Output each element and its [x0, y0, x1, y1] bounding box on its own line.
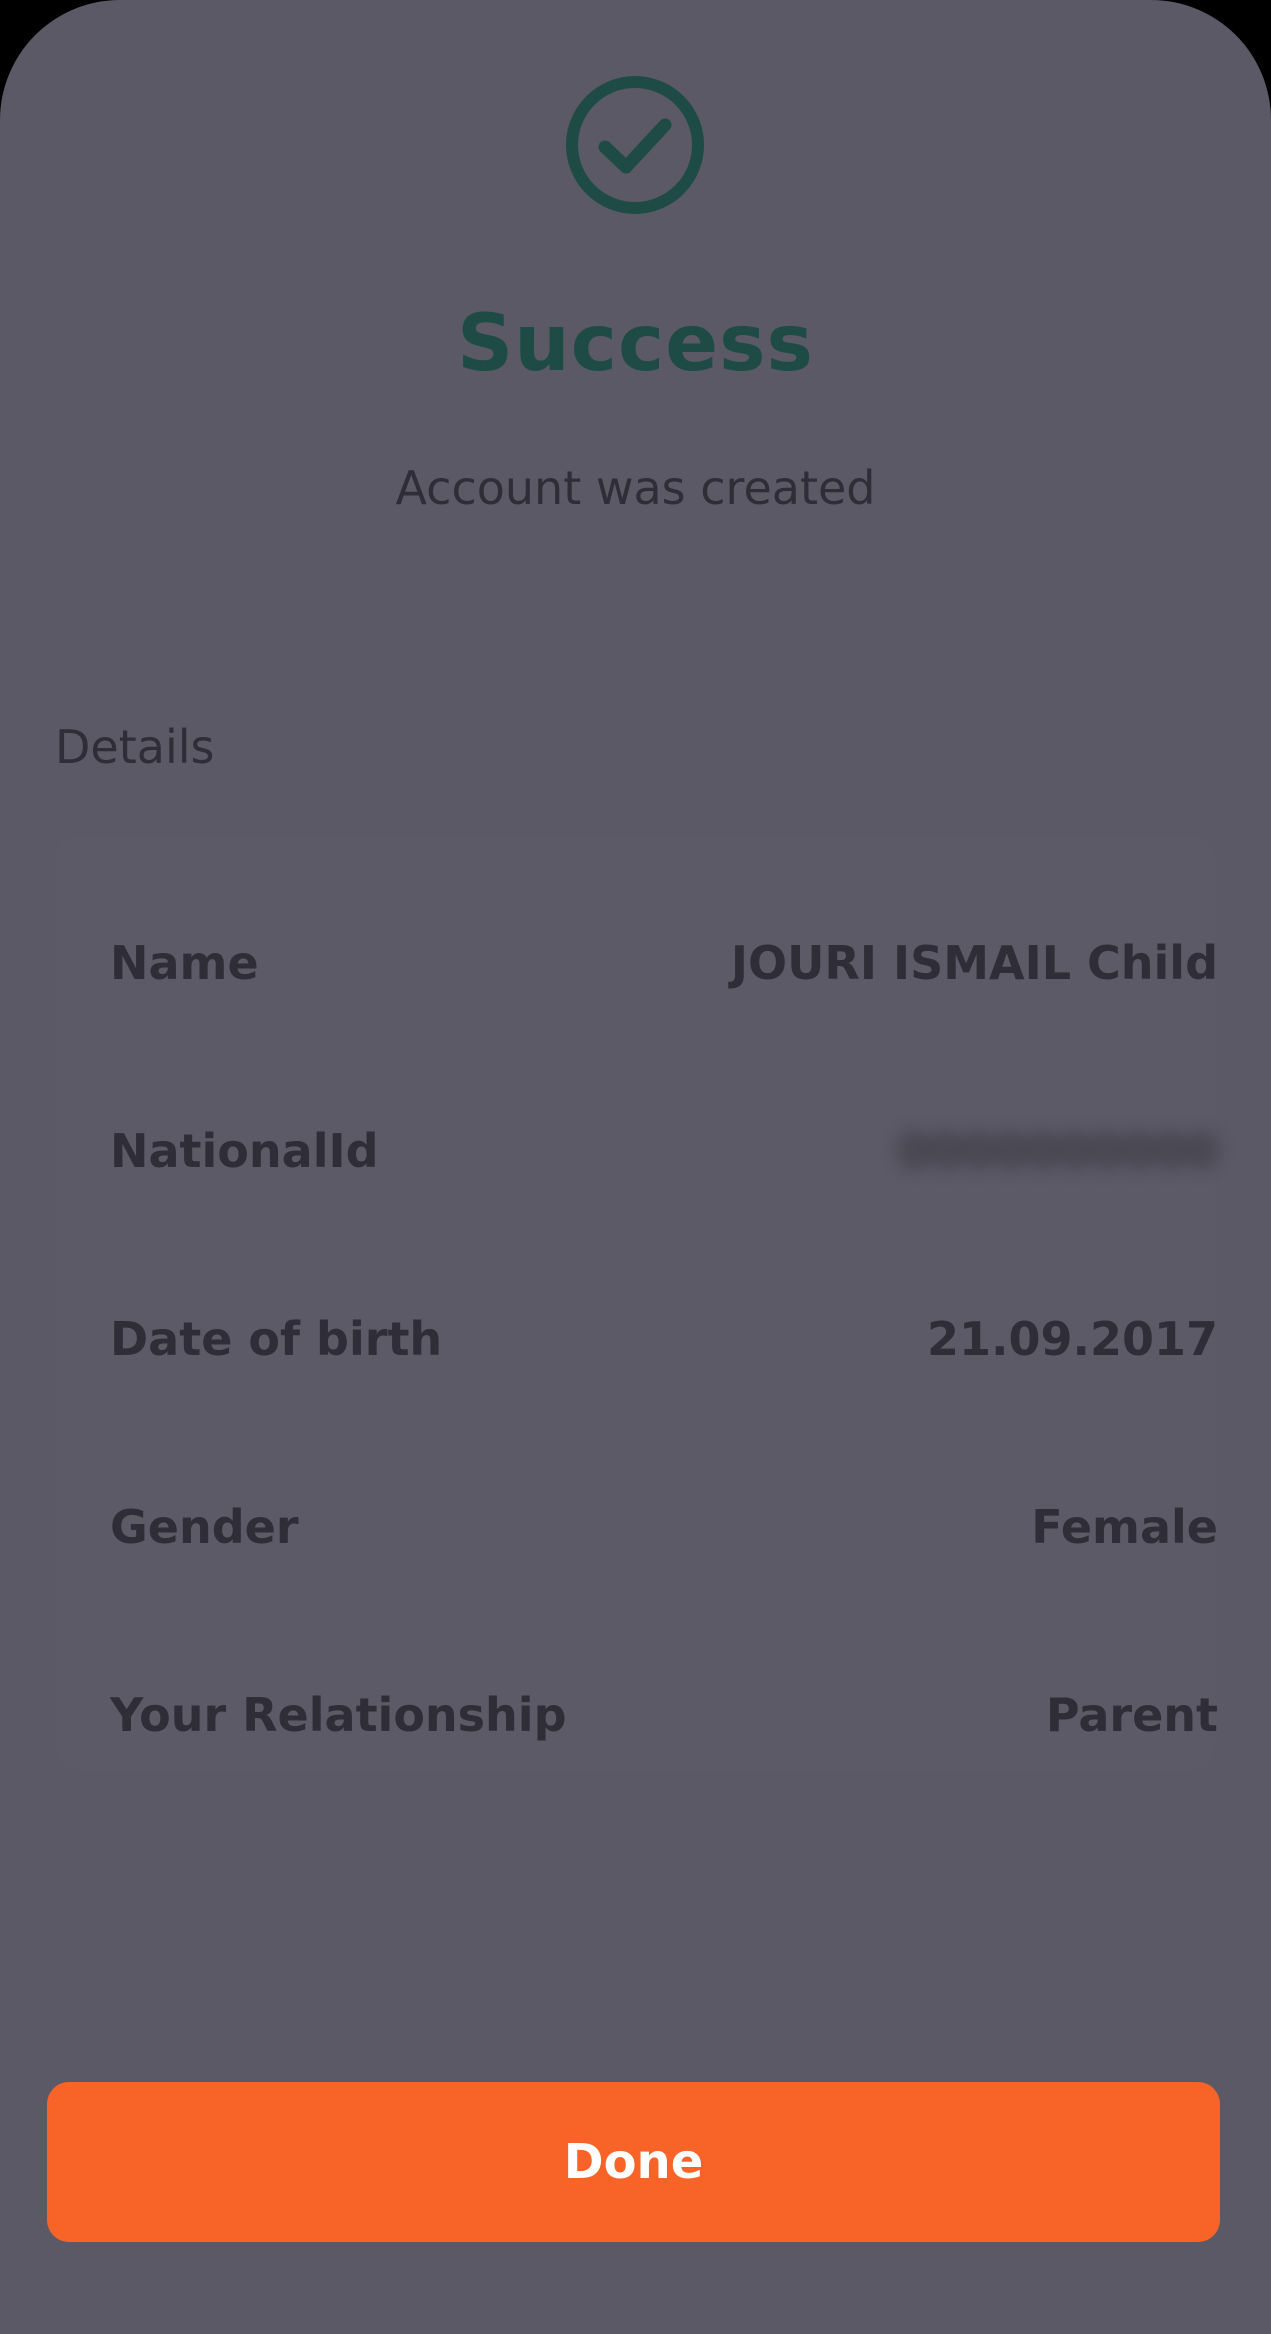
detail-row-national-id: NationalId 0000000000: [110, 1111, 1218, 1191]
done-button[interactable]: Done: [47, 2082, 1220, 2242]
success-sheet: Success Account was created Details Name…: [0, 0, 1271, 2334]
page-title: Success: [457, 299, 814, 389]
success-subtitle: Account was created: [395, 461, 876, 515]
detail-value-gender: Female: [1031, 1500, 1218, 1554]
detail-value-name: JOURI ISMAIL Child: [730, 936, 1218, 990]
detail-label-relationship: Your Relationship: [110, 1688, 567, 1742]
detail-value-date-of-birth: 21.09.2017: [926, 1312, 1218, 1366]
detail-label-date-of-birth: Date of birth: [110, 1312, 443, 1366]
check-circle-icon: [565, 75, 705, 215]
details-card: Name JOURI ISMAIL Child NationalId 00000…: [55, 835, 1218, 1770]
detail-row-name: Name JOURI ISMAIL Child: [110, 923, 1218, 1003]
detail-row-date-of-birth: Date of birth 21.09.2017: [110, 1299, 1218, 1379]
detail-label-gender: Gender: [110, 1500, 299, 1554]
detail-value-national-id: 0000000000: [897, 1124, 1218, 1178]
detail-row-gender: Gender Female: [110, 1487, 1218, 1567]
detail-label-national-id: NationalId: [110, 1124, 379, 1178]
detail-label-name: Name: [110, 936, 259, 990]
detail-value-relationship: Parent: [1045, 1688, 1218, 1742]
detail-row-relationship: Your Relationship Parent: [110, 1675, 1218, 1755]
details-section-label: Details: [55, 720, 215, 774]
